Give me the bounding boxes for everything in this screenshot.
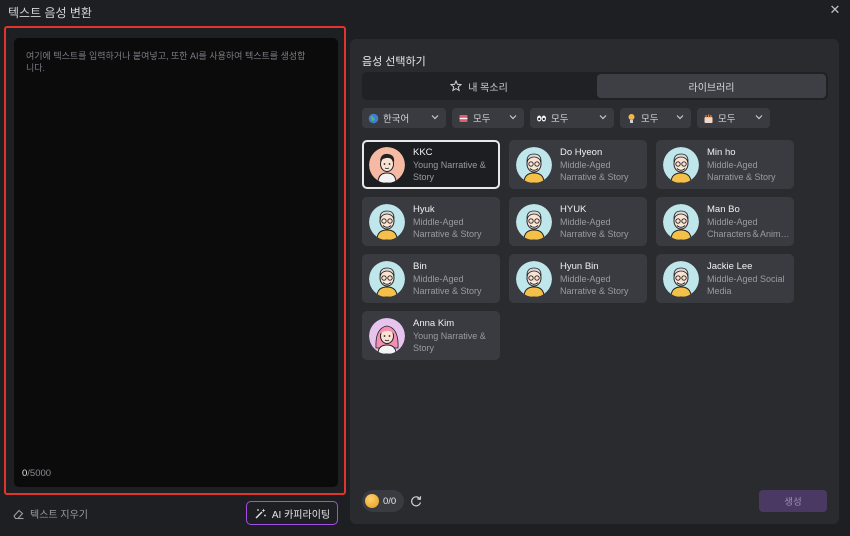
eraser-icon (13, 509, 24, 520)
voice-name: KKC (413, 147, 433, 158)
young-female-avatar (369, 318, 405, 354)
filter-age-label: 모두 (551, 114, 569, 125)
filter-style[interactable]: 모두 (620, 108, 691, 128)
filter-scene[interactable]: 모두 (697, 108, 770, 128)
credit-count: 0/0 (383, 495, 397, 507)
chevron-down-icon (599, 115, 607, 120)
voice-description: Young Narrative & Story (413, 331, 486, 353)
tab-my-voice[interactable]: 내 목소리 (364, 74, 594, 98)
voice-card[interactable]: Hyun Bin Middle-Aged Narrative & Story (509, 254, 647, 303)
style-icon (628, 113, 635, 123)
filter-language[interactable]: 한국어 (362, 108, 446, 128)
refresh-icon[interactable] (409, 494, 423, 508)
young-male-avatar (369, 147, 405, 183)
voice-panel-title: 음성 선택하기 (362, 56, 426, 68)
tab-my-voice-label: 내 목소리 (468, 82, 508, 94)
middle-aged-male-avatar (516, 204, 552, 240)
voice-description: Middle-Aged Narrative & Story (560, 160, 629, 182)
voice-card[interactable]: Do Hyeon Middle-Aged Narrative & Story (509, 140, 647, 189)
star-icon (450, 80, 463, 92)
voice-card[interactable]: Anna Kim Young Narrative & Story (362, 311, 500, 360)
middle-aged-male-avatar (369, 261, 405, 297)
character-counter: 0/5000 (22, 468, 51, 479)
voice-description: Middle-Aged Characters＆Anima... (707, 217, 791, 239)
voice-name: Min ho (707, 147, 736, 158)
voice-description: Middle-Aged Narrative & Story (560, 217, 629, 239)
globe-icon (368, 113, 379, 123)
voice-card[interactable]: Bin Middle-Aged Narrative & Story (362, 254, 500, 303)
voice-card[interactable]: Jackie Lee Middle-Aged Social Media (656, 254, 794, 303)
chevron-down-icon (431, 115, 439, 120)
voice-name: Do Hyeon (560, 147, 603, 158)
voice-card[interactable]: KKC Young Narrative & Story (362, 140, 500, 189)
voice-description: Middle-Aged Narrative & Story (560, 274, 629, 296)
voice-description: Middle-Aged Social Media (707, 274, 785, 296)
generate-button[interactable]: 생성 (759, 490, 827, 512)
voice-name: Bin (413, 261, 427, 272)
tab-library-label: 라이브러리 (688, 82, 735, 94)
voice-name: Jackie Lee (707, 261, 753, 272)
credit-balance: 0/0 (362, 490, 404, 512)
magic-wand-icon (255, 508, 266, 518)
age-icon (537, 115, 546, 121)
ai-copywriting-label: AI 카피라이팅 (271, 509, 331, 521)
title-bar: 텍스트 음성 변환 ✕ (0, 0, 850, 22)
middle-aged-male-avatar (516, 261, 552, 297)
tab-library[interactable]: 라이브러리 (597, 74, 826, 98)
voice-name: HYUK (560, 204, 587, 215)
middle-aged-male-avatar (516, 147, 552, 183)
window-title: 텍스트 음성 변환 (8, 6, 92, 20)
voice-description: Middle-Aged Narrative & Story (413, 217, 482, 239)
voice-name: Hyuk (413, 204, 435, 215)
middle-aged-male-avatar (663, 147, 699, 183)
filter-scene-label: 모두 (718, 114, 736, 125)
text-input-placeholder: 여기에 텍스트를 입력하거나 붙여넣고, 또한 AI를 사용하여 텍스트를 생성… (26, 51, 306, 73)
voice-select-panel: 음성 선택하기 내 목소리 라이브러리 한국어 모두 모두 모두 모두 KKC … (350, 39, 839, 524)
middle-aged-male-avatar (663, 261, 699, 297)
voice-card[interactable]: Man Bo Middle-Aged Characters＆Anima... (656, 197, 794, 246)
chevron-down-icon (509, 115, 517, 120)
ai-copywriting-button[interactable]: AI 카피라이팅 (246, 501, 338, 525)
chevron-down-icon (755, 115, 763, 120)
middle-aged-male-avatar (663, 204, 699, 240)
voice-description: Young Narrative & Story (413, 160, 486, 182)
voice-name: Man Bo (707, 204, 740, 215)
scene-icon (704, 114, 713, 123)
voice-description: Middle-Aged Narrative & Story (413, 274, 482, 296)
middle-aged-male-avatar (369, 204, 405, 240)
character-count-max: /5000 (27, 468, 52, 479)
text-input-area[interactable]: 여기에 텍스트를 입력하거나 붙여넣고, 또한 AI를 사용하여 텍스트를 생성… (14, 38, 338, 487)
voice-description: Middle-Aged Narrative & Story (707, 160, 776, 182)
filter-style-label: 모두 (641, 114, 659, 125)
filter-gender-label: 모두 (473, 114, 491, 125)
voice-name: Anna Kim (413, 318, 455, 329)
close-icon[interactable]: ✕ (828, 3, 842, 17)
voice-tabs: 내 목소리 라이브러리 (362, 72, 828, 100)
clear-text-button[interactable]: 텍스트 지우기 (12, 506, 88, 521)
filter-language-label: 한국어 (383, 114, 410, 125)
coin-icon (365, 494, 379, 508)
voice-card[interactable]: Hyuk Middle-Aged Narrative & Story (362, 197, 500, 246)
voice-name: Hyun Bin (560, 261, 599, 272)
gender-icon (459, 114, 468, 122)
clear-text-label: 텍스트 지우기 (30, 510, 88, 521)
voice-card[interactable]: HYUK Middle-Aged Narrative & Story (509, 197, 647, 246)
chevron-down-icon (676, 115, 684, 120)
filter-age[interactable]: 모두 (530, 108, 614, 128)
text-editor-frame: 여기에 텍스트를 입력하거나 붙여넣고, 또한 AI를 사용하여 텍스트를 생성… (4, 26, 346, 495)
voice-description-tail: Characters＆Anima... (707, 228, 791, 239)
voice-card[interactable]: Min ho Middle-Aged Narrative & Story (656, 140, 794, 189)
filter-gender[interactable]: 모두 (452, 108, 524, 128)
